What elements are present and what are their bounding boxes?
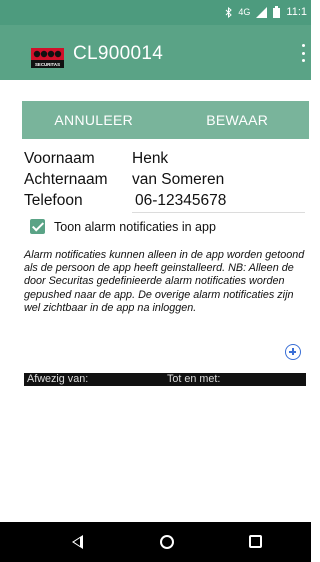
first-name-label: Voornaam bbox=[24, 150, 95, 167]
absent-from-header: Afwezig van: bbox=[27, 373, 89, 385]
last-name-row: Achternaam van Someren bbox=[24, 171, 224, 189]
navigation-bar bbox=[0, 522, 311, 562]
overflow-menu-icon[interactable] bbox=[299, 43, 307, 63]
status-bar: 4G 11:1 bbox=[0, 0, 311, 25]
bluetooth-icon bbox=[226, 6, 233, 18]
absent-to-header: Tot en met: bbox=[167, 373, 221, 385]
alarm-info-text: Alarm notificaties kunnen alleen in de a… bbox=[24, 249, 305, 314]
securitas-logo: SECURITAS bbox=[31, 48, 64, 68]
network-type: 4G bbox=[238, 7, 251, 17]
add-circle-icon[interactable] bbox=[285, 344, 301, 360]
show-alarm-notifications-checkbox[interactable] bbox=[30, 219, 45, 234]
save-button[interactable]: BEWAAR bbox=[166, 101, 310, 139]
signal-icon bbox=[256, 6, 268, 18]
logo-text: SECURITAS bbox=[35, 62, 60, 67]
status-icons: 4G 11:1 bbox=[225, 6, 307, 18]
home-icon[interactable] bbox=[160, 535, 174, 549]
phone-field[interactable]: 06-12345678 bbox=[132, 192, 305, 213]
first-name-row: Voornaam Henk bbox=[24, 150, 168, 168]
phone-row: Telefoon 06-12345678 bbox=[24, 192, 305, 213]
battery-icon bbox=[273, 6, 281, 18]
last-name-label: Achternaam bbox=[24, 171, 108, 188]
clock: 11:1 bbox=[286, 6, 307, 18]
last-name-value[interactable]: van Someren bbox=[132, 171, 224, 189]
first-name-value[interactable]: Henk bbox=[132, 150, 168, 168]
show-alarm-notifications-label: Toon alarm notificaties in app bbox=[54, 219, 216, 234]
back-icon[interactable] bbox=[72, 535, 83, 549]
recents-icon[interactable] bbox=[249, 535, 262, 548]
page-title: CL900014 bbox=[73, 43, 164, 64]
absence-table-header: Afwezig van: Tot en met: bbox=[24, 373, 306, 386]
phone-label: Telefoon bbox=[24, 192, 83, 209]
cancel-button[interactable]: ANNULEER bbox=[22, 101, 166, 139]
show-alarm-notifications-row[interactable]: Toon alarm notificaties in app bbox=[30, 219, 216, 234]
app-bar: SECURITAS CL900014 bbox=[0, 25, 311, 80]
action-bar: ANNULEER BEWAAR bbox=[22, 101, 309, 139]
